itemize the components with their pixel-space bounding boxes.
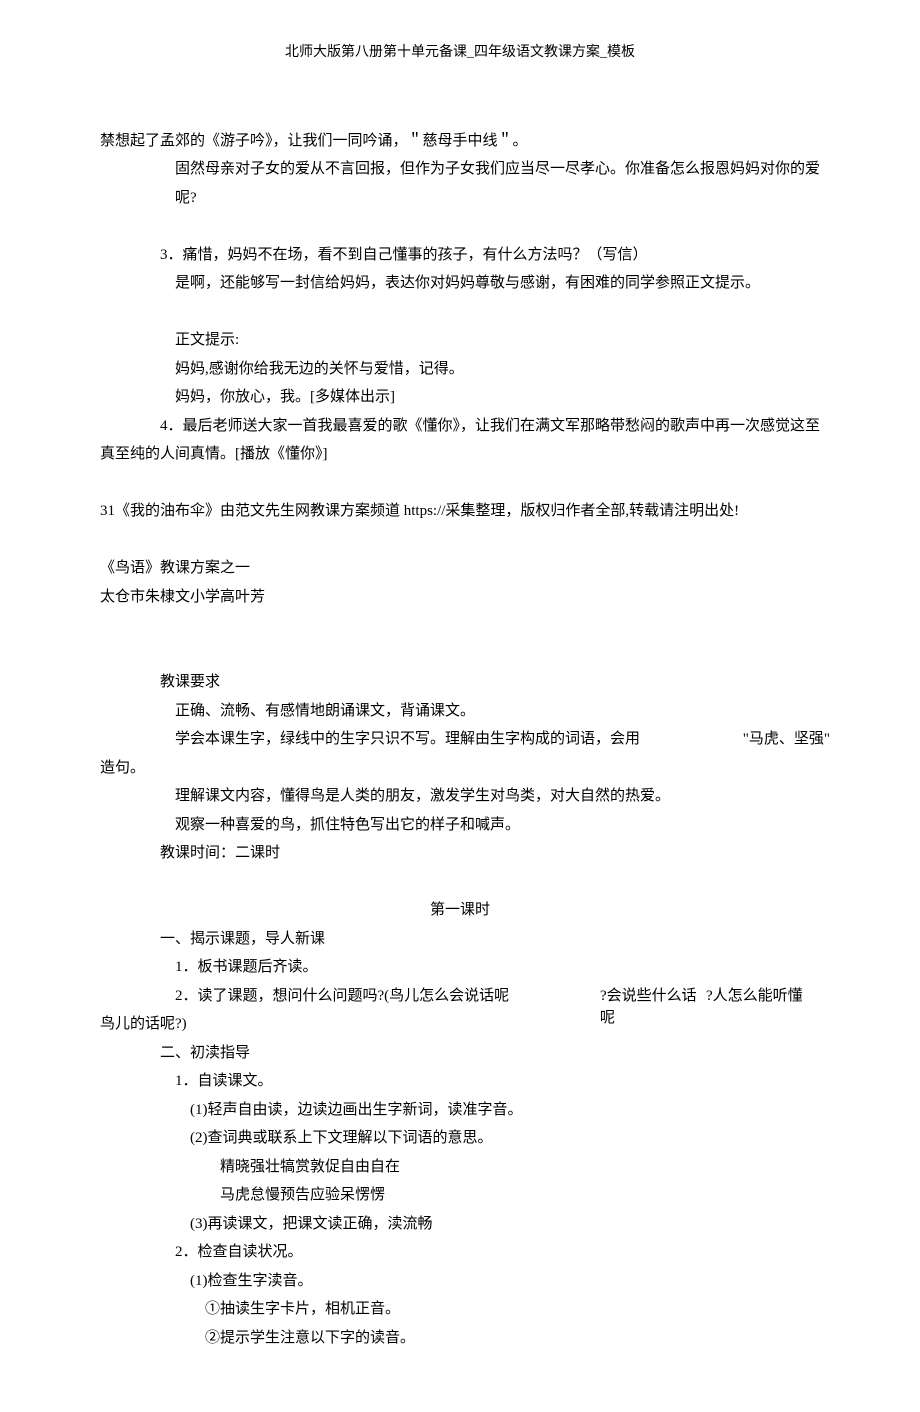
heading: 《鸟语》教课方案之一 [100, 554, 820, 583]
lesson-heading: 第一课时 [100, 896, 820, 925]
list-item: 4．最后老师送大家一首我最喜爱的歌《懂你》，让我们在满文军那略带愁闷的歌声中再一… [100, 412, 820, 469]
list-item: 1．板书课题后齐读。 [100, 953, 820, 982]
text: 2．读了课题，想问什么问题吗?(鸟儿怎么会说话呢 [100, 982, 509, 1011]
section-heading: 教课时间：二课时 [100, 839, 820, 868]
paragraph: 妈妈,感谢你给我无边的关怀与爱惜，记得。 [100, 355, 820, 384]
list-item: 2．检查自读状况。 [100, 1238, 820, 1267]
question-block: 2．读了课题，想问什么问题吗?(鸟儿怎么会说话呢 ?会说些什么话 ?人怎么能听懂… [100, 982, 820, 1039]
list-item: ①抽读生字卡片，相机正音。 [100, 1295, 820, 1324]
spacer [100, 640, 820, 669]
text-right: "马虎、坚强" [668, 725, 830, 754]
text: 是啊，还能够写一封信给妈妈，表达你对妈妈尊敬与感谢，有困难的同学参照正文提示。 [100, 275, 760, 291]
spacer [100, 298, 820, 327]
paragraph: 正文提示: [100, 326, 820, 355]
paragraph: 31《我的油布伞》由范文先生网教课方案频道 https://采集整理，版权归作者… [100, 497, 820, 526]
text-left: 学会本课生字，绿线中的生字只识不写。理解由生字构成的词语，会用 [175, 731, 640, 747]
paragraph: 禁想起了孟郊的《游子吟》，让我们一同吟诵，＂慈母手中线＂。 [100, 127, 820, 156]
text-fragment: ?人怎么能听懂 [706, 982, 803, 1011]
section-heading: 一、揭示课题，导人新课 [100, 925, 820, 954]
paragraph: 妈妈，你放心，我。[多媒体出示] [100, 383, 820, 412]
paragraph: 正确、流畅、有感情地朗诵课文，背诵课文。 [100, 697, 820, 726]
list-item: 1．自读课文。 [100, 1067, 820, 1096]
spacer [100, 526, 820, 555]
text: 4．最后老师送大家一首我最喜爱的歌《懂你》，让我们在满文军那略带愁闷的歌声中再一… [100, 418, 820, 463]
spacer [100, 212, 820, 241]
list-item: ②提示学生注意以下字的读音。 [100, 1324, 820, 1353]
spacer [100, 868, 820, 897]
paragraph: 是啊，还能够写一封信给妈妈，表达你对妈妈尊敬与感谢，有困难的同学参照正文提示。 [100, 269, 820, 298]
header-title: 北师大版第八册第十单元备课_四年级语文教课方案_模板 [285, 45, 635, 60]
vocab-line: 马虎怠慢预告应验呆愣愣 [100, 1181, 820, 1210]
paragraph: 观察一种喜爱的鸟，抓住特色写出它的样子和喊声。 [100, 811, 820, 840]
text: 鸟儿的话呢?) [100, 1010, 187, 1039]
author-line: 太仓市朱棣文小学高叶芳 [100, 583, 820, 612]
list-item: 3．痛惜，妈妈不在场，看不到自己懂事的孩子，有什么方法吗？（写信） [100, 241, 820, 270]
section-heading: 教课要求 [100, 668, 820, 697]
list-item: (1)检查生字渎音。 [100, 1267, 820, 1296]
document-body: 禁想起了孟郊的《游子吟》，让我们一同吟诵，＂慈母手中线＂。 固然母亲对子女的爱从… [100, 127, 820, 1353]
page-header: 北师大版第八册第十单元备课_四年级语文教课方案_模板 [100, 40, 820, 67]
text-fragment: 呢 [600, 1004, 615, 1033]
text: 学会本课生字，绿线中的生字只识不写。理解由生字构成的词语，会用 "马虎、坚强" [100, 725, 820, 754]
spacer [100, 611, 820, 640]
paragraph-block: 学会本课生字，绿线中的生字只识不写。理解由生字构成的词语，会用 "马虎、坚强" … [100, 725, 820, 782]
paragraph: 固然母亲对子女的爱从不言回报，但作为子女我们应当尽一尽孝心。你准备怎么报恩妈妈对… [100, 155, 820, 212]
list-item: (3)再读课文，把课文读正确，渎流畅 [100, 1210, 820, 1239]
list-item: (1)轻声自由读，边读边画出生字新词，读准字音。 [100, 1096, 820, 1125]
text: 固然母亲对子女的爱从不言回报，但作为子女我们应当尽一尽孝心。你准备怎么报恩妈妈对… [100, 155, 820, 212]
text: 造句。 [100, 754, 820, 783]
vocab-line: 精晓强壮犒赏敦促自由自在 [100, 1153, 820, 1182]
section-heading: 二、初渎指导 [100, 1039, 820, 1068]
paragraph: 理解课文内容，懂得鸟是人类的朋友，激发学生对鸟类，对大自然的热爱。 [100, 782, 820, 811]
list-item: (2)查词典或联系上下文理解以下词语的意思。 [100, 1124, 820, 1153]
spacer [100, 469, 820, 498]
